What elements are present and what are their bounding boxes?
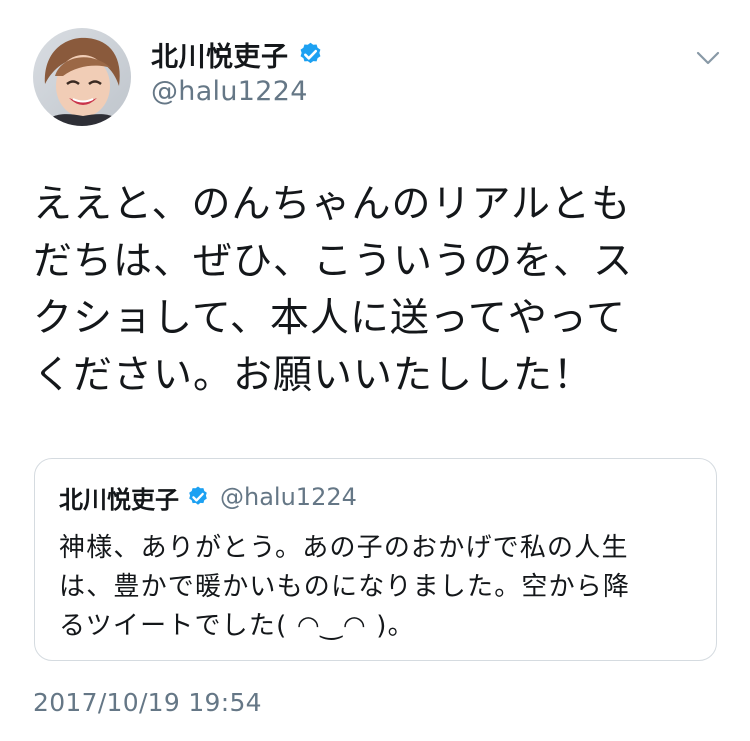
- quoted-text-line: は、豊かで暖かいものになりました。空から降: [59, 572, 631, 602]
- tweet-timestamp[interactable]: 2017/10/19 19:54: [33, 688, 262, 717]
- quoted-author-handle: @halu1224: [220, 483, 357, 511]
- author-name-row: 北川悦吏子: [151, 35, 324, 74]
- avatar-photo: [33, 28, 131, 126]
- quoted-text-line: るツイートでした( ◠‿◠ )。: [59, 611, 415, 641]
- verified-badge-icon: [186, 485, 210, 509]
- quoted-tweet-text: 神様、ありがとう。あの子のおかげで私の人生 は、豊かで暖かいものになりました。空…: [59, 529, 709, 646]
- tweet-text-line: ええと、のんちゃんのリアルとも: [33, 182, 632, 227]
- chevron-down-icon[interactable]: [696, 50, 720, 66]
- verified-badge-icon: [297, 41, 324, 68]
- avatar[interactable]: [33, 28, 131, 126]
- author-name[interactable]: 北川悦吏子: [151, 35, 289, 74]
- quoted-text-line: 神様、ありがとう。あの子のおかげで私の人生: [59, 533, 629, 563]
- author-block: 北川悦吏子 @halu1224: [151, 36, 324, 107]
- quoted-author-name: 北川悦吏子: [59, 485, 179, 514]
- quoted-tweet-header: 北川悦吏子 @halu1224: [59, 481, 357, 514]
- tweet-text-line: だちは、ぜひ、こういうのを、ス: [33, 239, 634, 284]
- tweet-text-line: ください。お願いいたしした！: [33, 353, 594, 398]
- author-handle[interactable]: @halu1224: [151, 76, 324, 107]
- quoted-tweet[interactable]: 北川悦吏子 @halu1224 神様、ありがとう。あの子のおかげで私の人生 は、…: [34, 458, 717, 661]
- tweet-text-line: クショして、本人に送ってやって: [33, 296, 626, 341]
- tweet-text: ええと、のんちゃんのリアルとも だちは、ぜひ、こういうのを、ス クショして、本人…: [33, 176, 723, 404]
